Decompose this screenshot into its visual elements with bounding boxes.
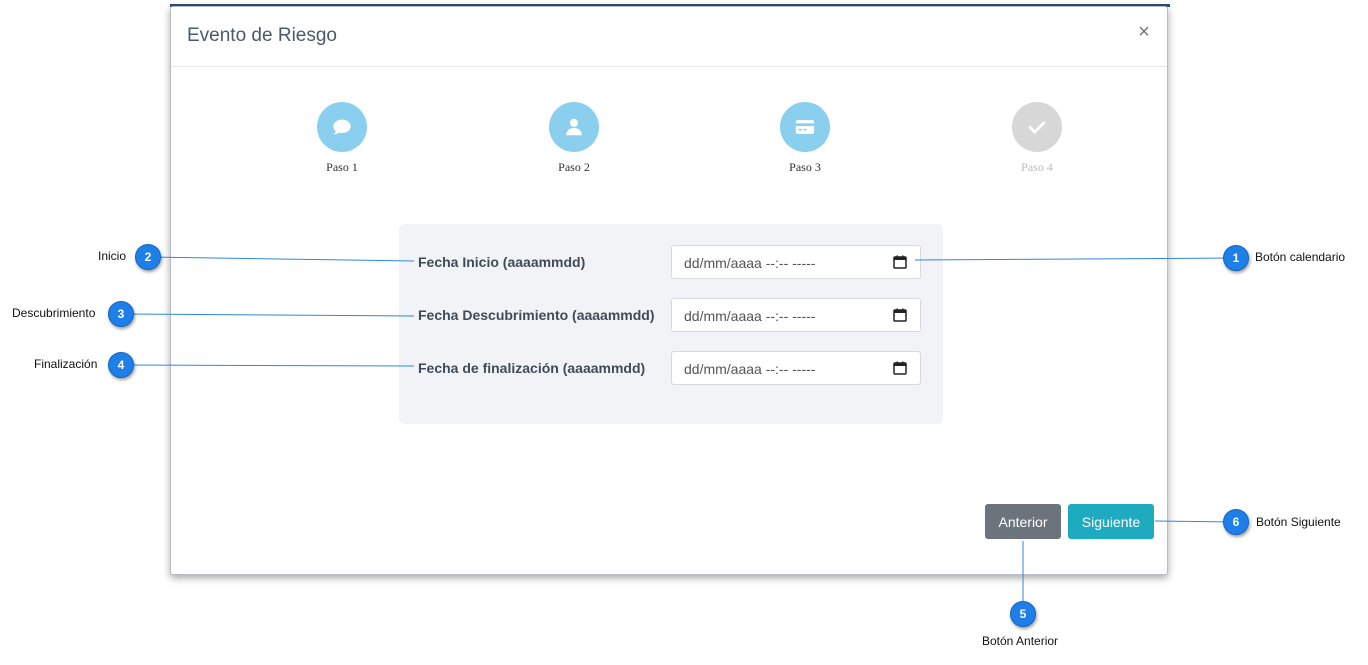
- end-date-label: Fecha de finalización (aaaammdd): [418, 360, 646, 376]
- form-row-discovery: Fecha Descubrimiento (aaaammdd) dd/mm/aa…: [399, 298, 943, 334]
- callout-badge-6: 6: [1223, 509, 1249, 535]
- callout-badge-5: 5: [1010, 601, 1036, 627]
- step-3[interactable]: Paso 3: [745, 102, 865, 175]
- calendar-icon[interactable]: [893, 255, 907, 269]
- step-1-label: Paso 1: [326, 160, 358, 174]
- callout-text-4: Finalización: [34, 357, 98, 371]
- form-row-start: Fecha Inicio (aaaammdd) dd/mm/aaaa --:--…: [399, 245, 943, 281]
- modal-title: Evento de Riesgo: [187, 25, 337, 46]
- discovery-date-value: dd/mm/aaaa --:-- -----: [684, 308, 816, 324]
- start-date-input[interactable]: dd/mm/aaaa --:-- -----: [671, 245, 921, 279]
- modal-header: Evento de Riesgo ×: [171, 7, 1167, 67]
- discovery-date-label: Fecha Descubrimiento (aaaammdd): [418, 307, 655, 323]
- callout-badge-3: 3: [108, 301, 134, 327]
- user-icon: [566, 118, 582, 136]
- step-3-circle: [780, 102, 830, 152]
- step-1-circle: [317, 102, 367, 152]
- callout-badge-4: 4: [108, 352, 134, 378]
- discovery-date-input[interactable]: dd/mm/aaaa --:-- -----: [671, 298, 921, 332]
- callout-text-2: Inicio: [98, 249, 127, 263]
- step-1[interactable]: Paso 1: [282, 102, 402, 175]
- step-4[interactable]: Paso 4: [977, 102, 1097, 175]
- step-2-label: Paso 2: [558, 160, 590, 174]
- step-3-label: Paso 3: [789, 160, 821, 174]
- step-4-label: Paso 4: [1021, 160, 1053, 174]
- callout-badge-2: 2: [135, 244, 161, 270]
- callout-text-3: Descubrimiento: [12, 306, 96, 320]
- step-2[interactable]: Paso 2: [514, 102, 634, 175]
- callout-text-6: Botón Siguiente: [1256, 515, 1341, 529]
- callout-badge-1: 1: [1223, 245, 1249, 271]
- calendar-icon[interactable]: [893, 361, 907, 375]
- form-row-end: Fecha de finalización (aaaammdd) dd/mm/a…: [399, 351, 943, 387]
- start-date-label: Fecha Inicio (aaaammdd): [418, 254, 586, 270]
- callout-text-1: Botón calendario: [1255, 250, 1346, 264]
- previous-button[interactable]: Anterior: [985, 504, 1061, 539]
- next-button[interactable]: Siguiente: [1068, 504, 1154, 539]
- calendar-icon[interactable]: [893, 308, 907, 322]
- modal-dialog: Evento de Riesgo × Paso 1 Paso 2 Paso 3 …: [170, 6, 1168, 575]
- close-button[interactable]: ×: [1135, 21, 1153, 43]
- end-date-value: dd/mm/aaaa --:-- -----: [684, 361, 816, 377]
- start-date-value: dd/mm/aaaa --:-- -----: [684, 255, 816, 271]
- step-4-circle: [1012, 102, 1062, 152]
- callout-text-5: Botón Anterior: [982, 634, 1059, 648]
- end-date-input[interactable]: dd/mm/aaaa --:-- -----: [671, 351, 921, 385]
- check-icon: [1028, 121, 1046, 134]
- step-2-circle: [549, 102, 599, 152]
- date-form-panel: Fecha Inicio (aaaammdd) dd/mm/aaaa --:--…: [399, 224, 943, 424]
- comment-icon: [333, 119, 351, 135]
- credit-card-icon: [795, 120, 815, 134]
